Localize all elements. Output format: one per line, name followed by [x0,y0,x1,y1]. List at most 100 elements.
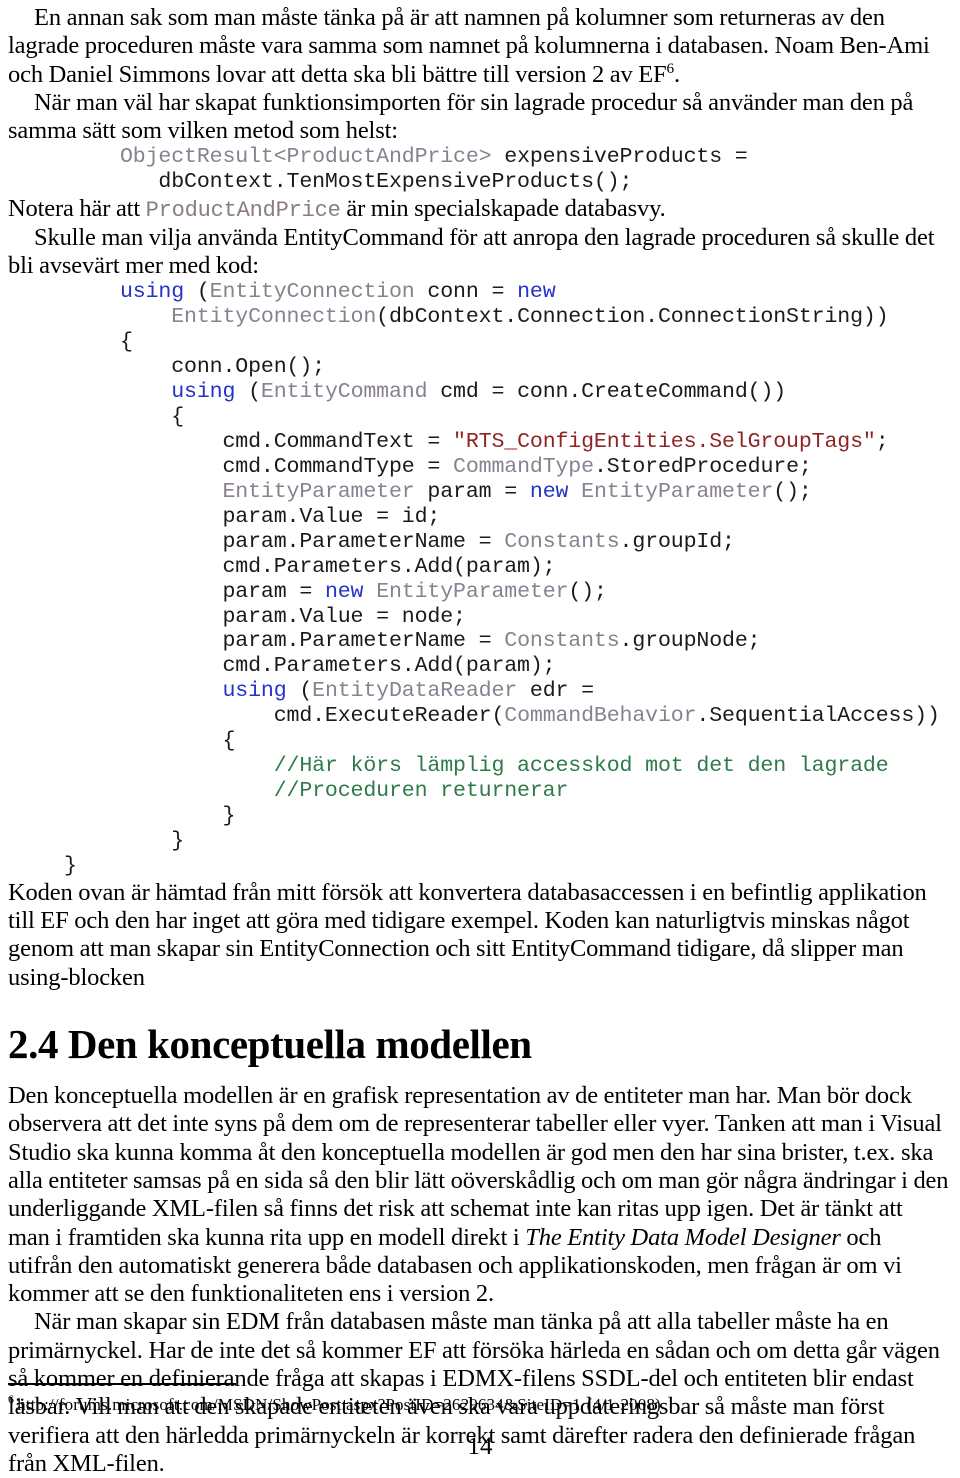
code-token: cmd.CommandText = [120,429,454,454]
code-token: dbContext.TenMostExpensiveProducts(); [120,170,633,195]
code-line: using (EntityCommand cmd = conn.CreateCo… [120,380,950,405]
footnote-separator-rule [8,1382,236,1385]
code-line: EntityParameter param = new EntityParame… [120,480,950,505]
footnote-number: 6 [8,1391,15,1406]
code-token: param.Value = node; [120,604,466,629]
code-token: } [120,804,236,829]
paragraph-1-text: En annan sak som man måste tänka på är a… [8,4,930,88]
code-token: new [529,479,569,504]
paragraph-1-tail: . [674,60,680,88]
page-title: 2.4 Den konceptuella modellen [8,1021,532,1068]
code-token: ; [875,429,889,454]
code-line: { [120,405,950,430]
code-line: dbContext.TenMostExpensiveProducts(); [120,170,950,195]
code-line: conn.Open(); [120,355,950,380]
code-token: { [120,330,133,355]
code-token: edr = [517,679,594,704]
code-token: (); [773,479,812,504]
code-token: ( [286,679,313,704]
code-token: EntityConnection [171,305,377,330]
paragraph-5: Koden ovan är hämtad från mitt försök at… [8,878,927,991]
code-token: using [120,280,185,305]
book-title-emphasis: The Entity Data Model Designer [525,1223,841,1251]
code-line: using (EntityDataReader edr = [120,679,950,704]
code-token: "RTS_ConfigEntities.SelGroupTags" [453,429,876,454]
code-token: expensiveProducts = [491,145,748,170]
paragraph-1: En annan sak som man måste tänka på är a… [8,4,950,89]
footnote-marker-6: 6 [666,59,675,77]
code-line: param.Value = id; [120,505,950,530]
code-token: { [120,405,185,430]
code-token: cmd.CommandType = [120,454,454,479]
page-number: 14 [467,1433,493,1460]
code-token: conn = [414,280,518,305]
code-token: //Proceduren returnerar [273,779,569,804]
paragraph-2: När man väl har skapat funktionsimporten… [8,88,914,145]
code-token: param.ParameterName = [120,529,505,554]
footnote-area: 6 http://forums.microsoft.com/MSDN/ShowPo… [8,1382,952,1415]
code-token: .SequentialAccess)) [696,704,940,729]
code-token: } [120,828,185,853]
code-line: } [120,804,950,829]
code-token: ObjectResult<ProductAndPrice> [120,145,492,170]
code-token: //Här körs lämplig accesskod mot det den… [273,754,889,779]
code-line: cmd.Parameters.Add(param); [120,654,950,679]
code-token: cmd.ExecuteReader( [120,704,505,729]
code-token: EntityCommand [260,380,428,405]
code-block-entity-command: using (EntityConnection conn = new Entit… [8,280,950,854]
code-line: EntityConnection(dbContext.Connection.Co… [120,305,950,330]
code-token: CommandType [453,454,594,479]
code-line: cmd.ExecuteReader(CommandBehavior.Sequen… [120,704,950,729]
footnote-entry: 6 http://forums.microsoft.com/MSDN/ShowPo… [8,1391,952,1415]
code-token: EntityParameter [376,579,569,604]
code-line: cmd.CommandType = CommandType.StoredProc… [120,455,950,480]
paragraph-4: Skulle man vilja använda EntityCommand f… [8,223,935,280]
inline-code-product-and-price: ProductAndPrice [145,198,341,224]
paragraph-6: Den konceptuella modellen är en grafisk … [8,1082,950,1308]
code-token: CommandBehavior [504,704,697,729]
code-line: param.ParameterName = Constants.groupId; [120,530,950,555]
code-token: conn.Open(); [120,355,325,380]
code-line: //Här körs lämplig accesskod mot det den… [120,754,950,779]
code-token: ( [184,280,210,305]
code-token: ( [235,380,261,405]
code-line: } [120,829,950,854]
code-block-closing-brace: } [64,853,77,878]
code-line: param = new EntityParameter(); [120,580,950,605]
code-token: using [222,679,287,704]
paragraph-3-suffix: är min specialskapade databasvy. [340,195,666,223]
code-token: cmd.Parameters.Add(param); [120,554,556,579]
footnote-url: http://forums.microsoft.com/MSDN/ShowPos… [17,1394,661,1414]
code-token: param.Value = id; [120,504,441,529]
code-token: (); [568,579,607,604]
code-line: //Proceduren returnerar [120,779,950,804]
code-token: EntityParameter [581,479,774,504]
code-token: Constants [504,529,620,554]
code-token: .StoredProcedure; [593,454,812,479]
code-token: new [517,280,556,305]
code-line: cmd.Parameters.Add(param); [120,555,950,580]
code-token: .groupNode; [619,629,761,654]
code-token: cmd = conn.CreateCommand()) [427,380,787,405]
code-token: EntityConnection [209,280,415,305]
document-page: En annan sak som man måste tänka på är a… [0,0,960,1477]
code-token: .groupId; [619,529,735,554]
code-token: Constants [504,629,620,654]
code-line: { [120,729,950,754]
code-token: param.ParameterName = [120,629,505,654]
code-token: (dbContext.Connection.ConnectionString)) [376,305,889,330]
code-token: cmd.Parameters.Add(param); [120,654,556,679]
paragraph-3-prefix: Notera här att [8,195,146,223]
code-token: EntityDataReader [312,679,518,704]
paragraph-3: Notera här att ProductAndPrice är min sp… [8,195,950,223]
code-token: { [120,729,236,754]
code-line: ObjectResult<ProductAndPrice> expensiveP… [120,145,950,170]
code-line: cmd.CommandText = "RTS_ConfigEntities.Se… [120,430,950,455]
